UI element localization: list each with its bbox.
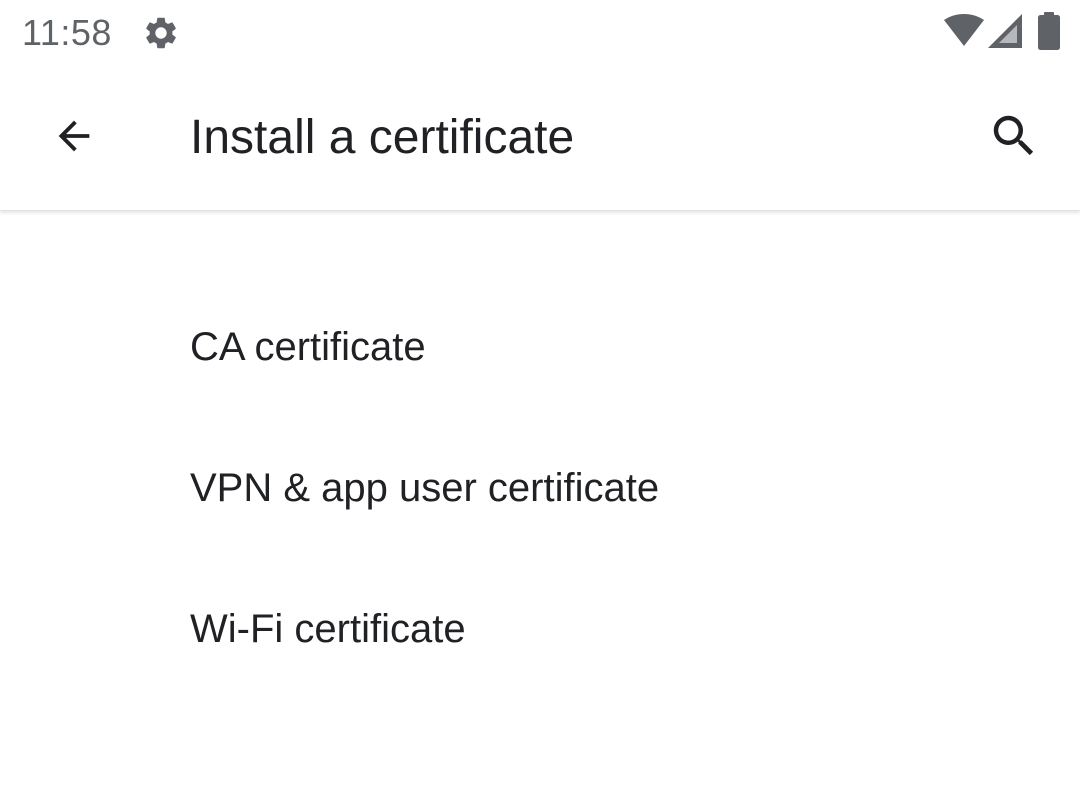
arrow-left-icon [58, 120, 90, 152]
search-icon [993, 115, 1034, 156]
status-bar: 11:58 [0, 0, 1080, 66]
battery-icon [1038, 12, 1060, 50]
wifi-icon [944, 14, 984, 46]
settings-screen: 11:58 Install a certificate CA certifica… [0, 0, 1080, 812]
app-bar: Install a certificate [0, 66, 1080, 211]
list-item-label: Wi-Fi certificate [190, 607, 466, 651]
list-item-ca-certificate[interactable]: CA certificate [0, 276, 1080, 417]
search-button[interactable] [974, 96, 1054, 176]
status-time: 11:58 [22, 12, 112, 53]
gear-icon [146, 17, 176, 49]
page-title: Install a certificate [190, 111, 575, 164]
certificate-options-list: CA certificate VPN & app user certificat… [0, 276, 1080, 699]
list-item-label: CA certificate [190, 325, 426, 369]
back-button[interactable] [34, 96, 114, 176]
list-item-vpn-app-user-certificate[interactable]: VPN & app user certificate [0, 417, 1080, 558]
list-item-wifi-certificate[interactable]: Wi-Fi certificate [0, 558, 1080, 699]
list-item-label: VPN & app user certificate [190, 466, 660, 510]
cell-signal-icon [988, 14, 1022, 48]
